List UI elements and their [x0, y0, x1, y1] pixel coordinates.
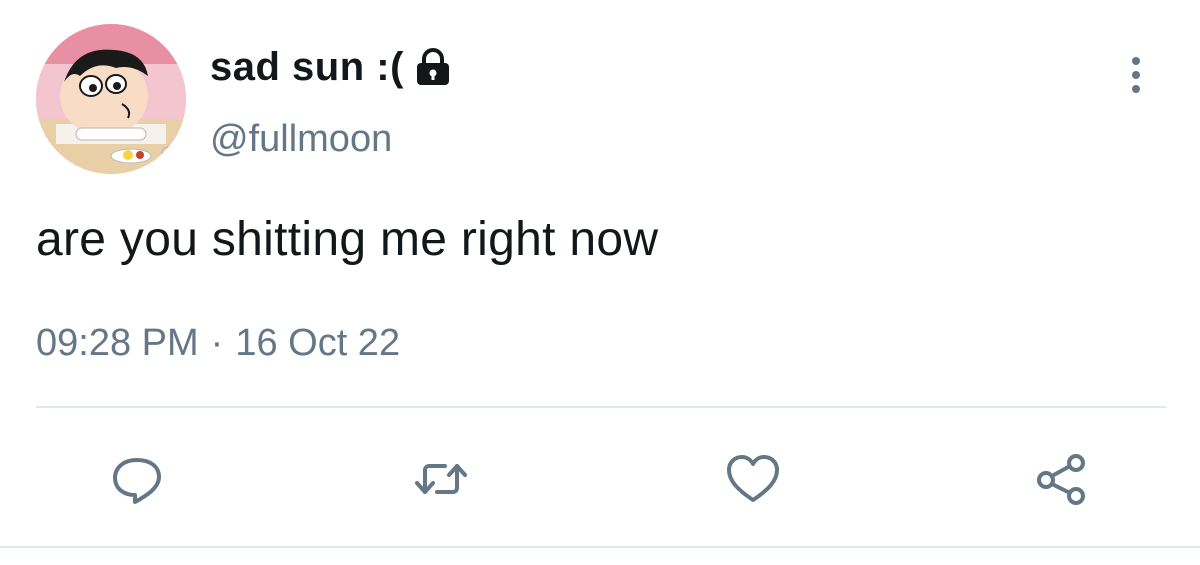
more-options-button[interactable] [1116, 50, 1156, 100]
user-handle[interactable]: @fullmoon [210, 118, 392, 161]
tweet-text: are you shitting me right now [36, 213, 659, 266]
timestamp-separator: · [210, 322, 224, 364]
author-row: sad sun :( [210, 42, 454, 92]
divider [36, 406, 1166, 408]
lock-icon [412, 46, 454, 88]
tweet-time: 09:28 PM [36, 322, 199, 364]
more-dot [1132, 71, 1140, 79]
more-vertical-icon [1132, 57, 1140, 65]
retweet-icon [415, 464, 467, 494]
tweet-timestamp[interactable]: 09:28 PM · 16 Oct 22 [36, 322, 400, 365]
divider [0, 546, 1200, 548]
more-dot [1132, 85, 1140, 93]
tweet-date: 16 Oct 22 [235, 322, 401, 364]
avatar-image [36, 24, 186, 174]
retweet-button[interactable] [410, 448, 472, 510]
share-button[interactable] [1030, 448, 1092, 510]
like-button[interactable] [722, 448, 784, 510]
heart-icon [727, 455, 779, 502]
share-icon [1037, 454, 1085, 505]
tweet-card: sad sun :( @fullmoon are you shitting me… [0, 0, 1200, 565]
reply-icon [113, 458, 161, 504]
avatar[interactable] [36, 24, 186, 174]
display-name[interactable]: sad sun :( [210, 45, 404, 90]
reply-button[interactable] [106, 448, 168, 510]
